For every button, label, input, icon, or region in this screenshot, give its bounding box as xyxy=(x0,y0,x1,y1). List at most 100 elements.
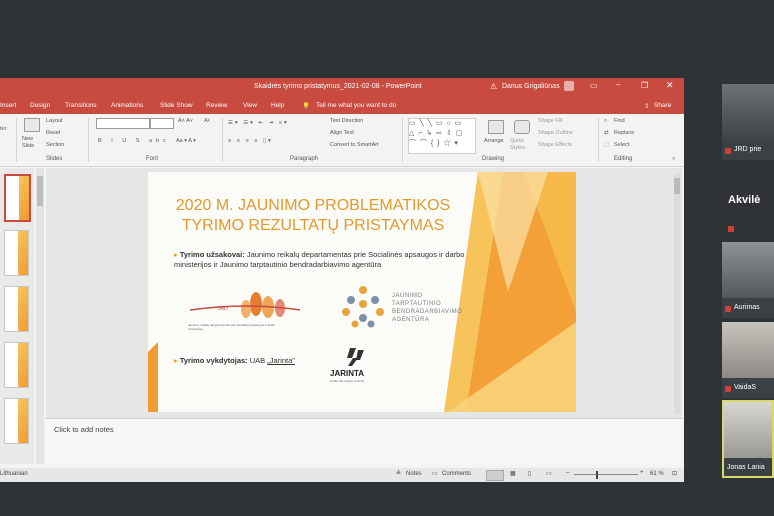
new-slide-icon[interactable] xyxy=(24,118,40,132)
replace-button[interactable]: Replace xyxy=(614,130,634,136)
notes-placeholder[interactable]: Click to add notes xyxy=(54,425,114,434)
slideshow-icon[interactable]: ▭ xyxy=(546,470,552,477)
mic-muted-icon xyxy=(725,386,731,392)
participant-tile[interactable]: JRD prie xyxy=(722,84,774,160)
zoom-slider[interactable] xyxy=(574,474,638,475)
arrange-button[interactable]: Arrange xyxy=(484,138,504,144)
shape-outline-button[interactable]: Shape Outline xyxy=(538,130,573,136)
align-icons[interactable]: ≡ ≡ ≡ ≡ ▯▾ xyxy=(228,138,273,144)
notes-pane[interactable]: Click to add notes xyxy=(46,418,682,465)
section-button[interactable]: Section xyxy=(46,142,64,148)
ribbon-display-icon[interactable]: ▭ xyxy=(590,81,598,90)
jrd-logo-icon xyxy=(189,292,301,318)
select-button[interactable]: Select xyxy=(614,142,629,148)
zoom-out-icon[interactable]: – xyxy=(566,470,569,476)
tab-view[interactable]: View xyxy=(243,102,257,109)
font-size-box[interactable] xyxy=(150,118,174,129)
comments-toggle[interactable]: Comments xyxy=(442,471,471,477)
font-color-icon[interactable]: Aa ▾ A ▾ xyxy=(176,138,196,144)
align-text-button[interactable]: Align Text xyxy=(330,130,354,136)
slide-title: 2020 M. JAUNIMO PROBLEMATIKOS TYRIMO REZ… xyxy=(148,196,478,236)
agency-name-line: JAUNIMO xyxy=(392,293,423,299)
normal-view-icon[interactable] xyxy=(486,470,504,481)
tab-design[interactable]: Design xyxy=(30,102,50,109)
shapes-gallery[interactable]: ▭ ╲ ╲ ▭ ○ ▭ △ ⌐ ↳ ⇨ ⇩ ▢ ⌒ ⌒ { } ☆ ▾ xyxy=(408,118,476,154)
slide-thumbnail[interactable] xyxy=(4,342,29,388)
fit-slide-icon[interactable]: ⊡ xyxy=(672,470,677,477)
agency-name-line: BENDRADARBIAVIMO xyxy=(392,309,463,315)
group-label-paragraph: Paragraph xyxy=(290,156,319,162)
tab-review[interactable]: Review xyxy=(206,102,227,109)
zoom-in-icon[interactable]: + xyxy=(640,470,644,476)
participant-tile[interactable]: VaidaS xyxy=(722,322,774,398)
participant-tile-active[interactable]: Jonas Lania xyxy=(722,400,774,478)
slide[interactable]: 2020 M. JAUNIMO PROBLEMATIKOS TYRIMO REZ… xyxy=(148,172,576,412)
restore-icon[interactable]: ❐ xyxy=(641,81,648,90)
quick-styles-button[interactable]: Quick Styles xyxy=(510,138,534,152)
slide-thumbnail[interactable] xyxy=(4,286,29,332)
slide-title-line-1: 2020 M. JAUNIMO PROBLEMATIKOS xyxy=(175,197,451,214)
bold-italic-icons[interactable]: B I U S abc xyxy=(98,138,170,144)
slide-thumbnail[interactable] xyxy=(4,230,29,276)
zoom-slider-thumb[interactable] xyxy=(596,471,598,479)
contractor-link[interactable]: „Jarinta" xyxy=(267,356,295,365)
participant-name: VaidaS xyxy=(734,384,757,391)
jrd-caption: Jaunimo reikalų departamentas prie Socia… xyxy=(188,323,276,331)
reset-button[interactable]: Reset xyxy=(46,130,60,136)
share-button[interactable]: Share xyxy=(654,102,671,109)
lightbulb-icon: 💡 xyxy=(302,103,311,110)
tab-animations[interactable]: Animations xyxy=(111,102,143,109)
comments-icon: ▭ xyxy=(432,471,438,477)
convert-smartart-button[interactable]: Convert to SmartArt xyxy=(330,142,379,148)
clear-format-icon[interactable]: Aᵡ xyxy=(204,118,210,124)
font-grow-icon[interactable]: A˄ A˅ xyxy=(178,118,193,124)
avatar[interactable] xyxy=(564,81,574,91)
agency-logo-icon xyxy=(342,286,384,328)
quick-styles-icon[interactable] xyxy=(514,120,530,134)
slide-thumbnail[interactable] xyxy=(4,398,29,444)
title-bar: Skaidrės tyrimo pristatymus_2021-02-08 -… xyxy=(0,78,684,98)
arrange-icon[interactable] xyxy=(488,120,504,134)
close-icon[interactable]: ✕ xyxy=(666,80,674,91)
canvas-scrollbar[interactable] xyxy=(674,174,680,414)
tab-help[interactable]: Help xyxy=(271,102,284,109)
tab-insert[interactable]: Insert xyxy=(0,102,16,109)
jrd-logo-text: JRD xyxy=(218,306,228,312)
thumbnails-scrollbar[interactable] xyxy=(36,168,44,464)
layout-button[interactable]: Layout xyxy=(46,118,63,124)
contractor-label: Tyrimo vykdytojas: xyxy=(179,356,248,365)
bullet-contractor: ▸ Tyrimo vykdytojas: UAB „Jarinta" xyxy=(174,356,295,365)
participant-tile[interactable]: Aurimas xyxy=(722,242,774,318)
slide-thumbnail[interactable] xyxy=(4,174,31,222)
find-button[interactable]: Find xyxy=(614,118,625,124)
minimize-icon[interactable]: – xyxy=(616,80,620,89)
replace-icon: ⇄ xyxy=(604,130,609,136)
tab-transitions[interactable]: Transitions xyxy=(65,102,97,109)
tell-me-box[interactable]: Tell me what you want to do xyxy=(316,102,396,109)
collapse-ribbon-icon[interactable]: ˄ xyxy=(672,156,675,162)
reading-view-icon[interactable]: ▯ xyxy=(528,470,531,477)
group-label-drawing: Drawing xyxy=(482,156,505,162)
bullets-icon[interactable]: ☰▾ ☰▾ ⇤ ⇥ ≡▾ xyxy=(228,120,289,126)
status-bar: Lithuanian ≙ Notes ▭ Comments ▦ ▯ ▭ – + … xyxy=(0,468,684,482)
font-name-box[interactable] xyxy=(96,118,150,129)
shape-effects-button[interactable]: Shape Effects xyxy=(538,142,572,148)
notes-toggle[interactable]: Notes xyxy=(406,471,422,477)
ribbon: ter New Slide Layout Reset Section Slide… xyxy=(0,114,684,167)
paste-button[interactable]: ter xyxy=(0,126,6,132)
notes-icon: ≙ xyxy=(396,471,402,477)
window-title: Skaidrės tyrimo pristatymus_2021-02-08 -… xyxy=(254,83,422,90)
participant-heading: Akvilė xyxy=(728,194,761,206)
tab-slide-show[interactable]: Slide Show xyxy=(160,102,193,109)
agency-name-line: AGENTŪRA xyxy=(392,317,430,323)
participant-name: Jonas Lania xyxy=(727,464,765,471)
shape-fill-button[interactable]: Shape Fill xyxy=(538,118,562,124)
text-direction-button[interactable]: Text Direction xyxy=(330,118,363,124)
language-status[interactable]: Lithuanian xyxy=(0,471,28,477)
jarinta-logo-icon xyxy=(347,348,364,366)
search-icon: ⌕ xyxy=(604,118,608,124)
zoom-level[interactable]: 61 % xyxy=(650,471,664,477)
new-slide-button[interactable]: New Slide xyxy=(22,136,44,150)
slide-title-line-2: TYRIMO REZULTATŲ PRISTAYMAS xyxy=(181,217,445,234)
slide-sorter-icon[interactable]: ▦ xyxy=(510,470,516,477)
